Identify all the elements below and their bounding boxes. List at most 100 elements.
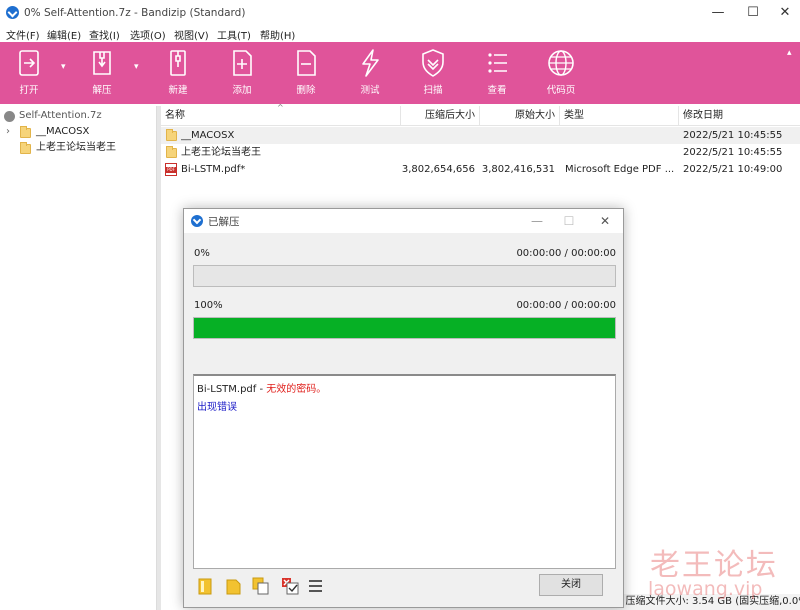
file-list-header: 名称 ^ 压缩后大小 原始大小 类型 修改日期 (161, 103, 800, 126)
extract-button[interactable]: 解压 (77, 48, 127, 102)
delete-label: 删除 (296, 85, 316, 96)
scan-label: 扫描 (423, 85, 443, 96)
col-original-size[interactable]: 原始大小 (480, 106, 560, 126)
view-label: 查看 (487, 85, 507, 96)
minimize-button[interactable]: — (703, 3, 733, 23)
watermark-url: laowang.vip (648, 578, 763, 600)
dialog-maximize-button: ☐ (563, 214, 575, 228)
pdf-file-icon (165, 163, 177, 176)
folder-tree: Self-Attention.7z › __MACOSX 上老王论坛当老王 (0, 106, 157, 610)
open-folder-icon[interactable] (196, 576, 216, 596)
menu-bar: 文件(F) 编辑(E) 查找(I) 选项(O) 视图(V) 工具(T) 帮助(H… (0, 26, 800, 42)
file-progress-fill (194, 318, 615, 338)
file-packed-size: 3,802,654,656 (401, 164, 475, 175)
extract-dropdown-chevron-icon[interactable]: ▾ (134, 62, 139, 72)
menu-find[interactable]: 查找(I) (89, 27, 120, 42)
new-archive-button[interactable]: 新建 (153, 48, 203, 102)
dialog-title-bar: 已解压 — ☐ ✕ (184, 209, 623, 233)
open-icon (19, 50, 39, 76)
tree-item-laowang[interactable]: 上老王论坛当老王 (0, 140, 157, 156)
log-error-message: 无效的密码。 (266, 384, 327, 395)
overall-time: 00:00:00 / 00:00:00 (516, 248, 616, 259)
delete-icon (297, 50, 316, 76)
log-summary: 出现错误 (197, 402, 237, 413)
view-icon (488, 53, 507, 73)
test-button[interactable]: 测试 (345, 48, 395, 102)
file-original-size: 3,802,416,531 (481, 164, 555, 175)
file-modified: 2022/5/21 10:45:55 (683, 147, 783, 158)
table-row[interactable]: __MACOSX 2022/5/21 10:45:55 (161, 127, 800, 144)
close-window-button[interactable]: ✕ (770, 3, 800, 23)
copy-files-icon[interactable] (251, 576, 271, 596)
folder-icon (166, 129, 177, 141)
new-archive-label: 新建 (168, 85, 188, 96)
toolbar-overflow-icon[interactable]: ▴ (787, 48, 792, 58)
folder-icon (166, 146, 177, 158)
tree-item-macosx[interactable]: › __MACOSX (0, 124, 157, 140)
sort-ascending-icon: ^ (277, 103, 284, 112)
folder-icon (20, 126, 31, 138)
file-percent: 100% (194, 300, 223, 311)
toolbar: 打开 ▾ 解压 ▾ 新建 添加 删除 测试 扫描 查看 代码页 ▴ (0, 42, 800, 104)
archive-icon (4, 111, 15, 122)
menu-edit[interactable]: 编辑(E) (47, 27, 81, 42)
col-modified[interactable]: 修改日期 (679, 106, 800, 126)
open-dropdown-chevron-icon[interactable]: ▾ (61, 62, 66, 72)
open-button[interactable]: 打开 (4, 48, 54, 102)
window-title: 0% Self-Attention.7z - Bandizip (Standar… (24, 7, 246, 19)
maximize-button[interactable]: ☐ (738, 3, 768, 23)
menu-icon[interactable] (306, 576, 326, 596)
codepage-label: 代码页 (546, 85, 576, 96)
log-panel[interactable]: Bi-LSTM.pdf - 无效的密码。 出现错误 (193, 374, 616, 569)
view-button[interactable]: 查看 (472, 48, 522, 102)
menu-tools[interactable]: 工具(T) (217, 27, 251, 42)
tree-item-label: __MACOSX (36, 126, 90, 137)
delete-after-extract-icon[interactable] (280, 576, 300, 596)
new-archive-icon (170, 50, 186, 76)
file-name: __MACOSX (181, 130, 235, 141)
dialog-close-icon[interactable]: ✕ (592, 211, 618, 231)
col-packed-size[interactable]: 压缩后大小 (401, 106, 480, 126)
add-icon (233, 50, 252, 76)
bandizip-logo-icon (191, 215, 203, 227)
log-separator: - (256, 384, 267, 395)
delete-button[interactable]: 删除 (281, 48, 331, 102)
overall-percent: 0% (194, 248, 210, 259)
add-label: 添加 (232, 85, 252, 96)
file-name: 上老王论坛当老王 (181, 147, 261, 158)
extract-folder-icon[interactable] (224, 576, 244, 596)
extract-label: 解压 (92, 85, 112, 96)
overall-progress-bar (193, 265, 616, 287)
title-bar: 0% Self-Attention.7z - Bandizip (Standar… (0, 0, 800, 26)
tree-root-label: Self-Attention.7z (19, 110, 102, 121)
extract-icon (93, 51, 111, 75)
add-button[interactable]: 添加 (217, 48, 267, 102)
folder-icon (20, 142, 31, 154)
menu-options[interactable]: 选项(O) (130, 27, 166, 42)
codepage-button[interactable]: 代码页 (536, 48, 586, 102)
test-icon (362, 49, 379, 77)
file-type: Microsoft Edge PDF ... (565, 164, 675, 175)
dialog-minimize-button[interactable]: — (524, 211, 550, 231)
bandizip-logo-icon (6, 6, 19, 19)
codepage-icon (548, 50, 574, 76)
menu-view[interactable]: 视图(V) (174, 27, 209, 42)
menu-help[interactable]: 帮助(H) (260, 27, 295, 42)
file-name: Bi-LSTM.pdf* (181, 164, 246, 175)
menu-file[interactable]: 文件(F) (6, 27, 40, 42)
file-modified: 2022/5/21 10:45:55 (683, 130, 783, 141)
table-row[interactable]: 上老王论坛当老王 2022/5/21 10:45:55 (161, 144, 800, 161)
tree-item-label: 上老王论坛当老王 (36, 142, 116, 153)
col-type[interactable]: 类型 (560, 106, 679, 126)
close-button[interactable]: 关闭 (539, 574, 603, 596)
table-row[interactable]: Bi-LSTM.pdf* 3,802,654,656 3,802,416,531… (161, 161, 800, 178)
scan-button[interactable]: 扫描 (408, 48, 458, 102)
log-error-line: Bi-LSTM.pdf - 无效的密码。 (197, 380, 326, 395)
expand-chevron-icon[interactable]: › (6, 124, 10, 140)
extract-progress-dialog: 已解压 — ☐ ✕ 0% 00:00:00 / 00:00:00 100% 00… (183, 208, 624, 608)
open-label: 打开 (19, 85, 39, 96)
file-time: 00:00:00 / 00:00:00 (516, 300, 616, 311)
log-file-name: Bi-LSTM.pdf (197, 384, 257, 395)
file-modified: 2022/5/21 10:49:00 (683, 164, 783, 175)
tree-root[interactable]: Self-Attention.7z (0, 108, 157, 124)
